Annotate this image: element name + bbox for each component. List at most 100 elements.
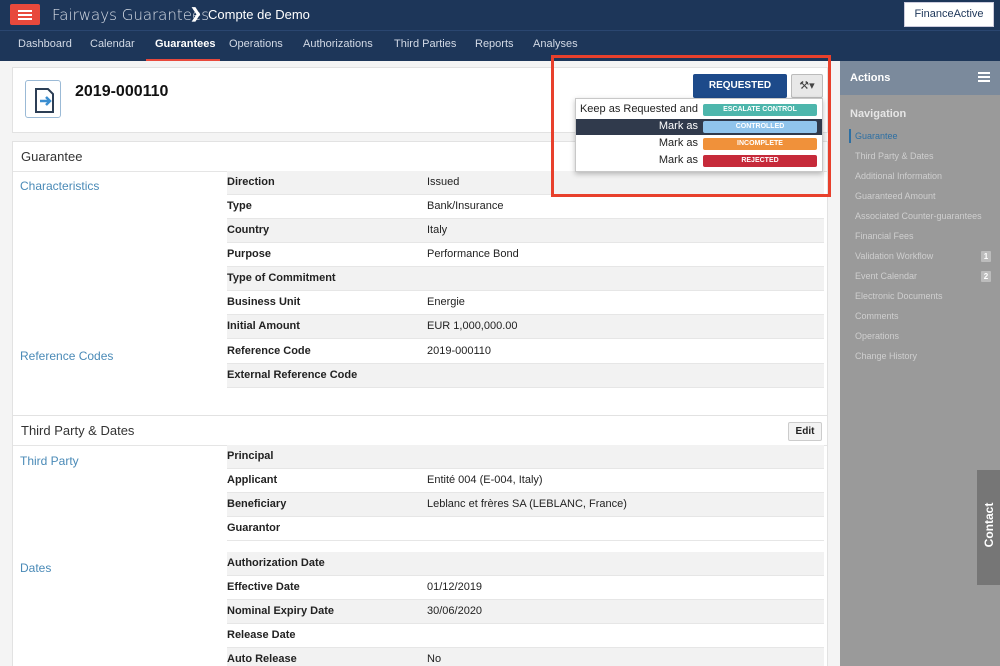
menu-item-mark-incomplete[interactable]: Mark as INCOMPLETE xyxy=(576,136,822,152)
chevron-right-icon: ❯ xyxy=(190,5,202,21)
nav-calendar[interactable]: Calendar xyxy=(90,38,135,50)
field-label: Reference Code xyxy=(227,345,311,357)
nav-reports[interactable]: Reports xyxy=(475,38,514,50)
menu-item-label: Mark as xyxy=(658,137,698,149)
field-value: Energie xyxy=(427,296,465,308)
field-label: Business Unit xyxy=(227,296,301,308)
field-row-direction: Direction Issued xyxy=(227,171,824,195)
field-row-beneficiary: Beneficiary Leblanc et frères SA (LEBLANC… xyxy=(227,493,824,517)
field-row-auto-release: Auto Release No xyxy=(227,648,824,666)
field-value: Issued xyxy=(427,176,460,188)
field-row-business-unit: Business Unit Energie xyxy=(227,291,824,315)
field-value: Bank/Insurance xyxy=(427,200,504,212)
sidebar-item-validation-workflow[interactable]: Validation Workflow xyxy=(855,251,933,261)
field-row-principal: Principal xyxy=(227,445,824,469)
sidebar-item-third-party-dates[interactable]: Third Party & Dates xyxy=(855,151,934,161)
nav-authorizations[interactable]: Authorizations xyxy=(303,38,373,50)
sidebar-header: Actions xyxy=(840,61,1000,95)
sidebar-item-electronic-documents[interactable]: Electronic Documents xyxy=(855,291,943,301)
contact-tab[interactable]: Contact xyxy=(977,470,1000,585)
menu-icon[interactable] xyxy=(978,72,990,82)
document-export-icon xyxy=(25,80,61,118)
breadcrumb-account[interactable]: Compte de Demo xyxy=(208,7,310,22)
field-value: Leblanc et frères SA (LEBLANC, France) xyxy=(427,498,627,510)
group-label-characteristics: Characteristics xyxy=(20,179,100,193)
sidebar-badge-event-calendar: 2 xyxy=(981,271,991,282)
nav-analyses[interactable]: Analyses xyxy=(533,38,578,50)
field-row-authorization-date: Authorization Date xyxy=(227,552,824,576)
field-row-reference-code: Reference Code 2019-000110 xyxy=(227,340,824,364)
field-value: Italy xyxy=(427,224,448,236)
field-value: Entité 004 (E-004, Italy) xyxy=(427,474,543,486)
nav-operations[interactable]: Operations xyxy=(229,38,283,50)
field-row-release-date: Release Date xyxy=(227,624,824,648)
field-label: Direction xyxy=(227,176,275,188)
field-label: Type of Commitment xyxy=(227,272,336,284)
right-sidebar: Actions Navigation Guarantee Third Party… xyxy=(840,61,1000,666)
brand-logo: FinanceActive xyxy=(904,2,994,27)
status-badge-controlled: CONTROLLED xyxy=(703,121,817,133)
sidebar-item-financial-fees[interactable]: Financial Fees xyxy=(855,231,914,241)
app-title[interactable]: Fairways Guarantees xyxy=(52,6,209,24)
field-label: Beneficiary xyxy=(227,498,287,510)
menu-item-label: Mark as xyxy=(658,120,698,132)
status-badge-rejected: REJECTED xyxy=(703,155,817,167)
sidebar-item-additional-information[interactable]: Additional Information xyxy=(855,171,942,181)
sidebar-item-operations[interactable]: Operations xyxy=(855,331,899,341)
status-badge-incomplete: INCOMPLETE xyxy=(703,138,817,150)
sidebar-actions-title[interactable]: Actions xyxy=(850,72,890,84)
field-label: Type xyxy=(227,200,252,212)
field-row-guarantor: Guarantor xyxy=(227,517,824,541)
field-label: Nominal Expiry Date xyxy=(227,605,334,617)
field-value: EUR 1,000,000.00 xyxy=(427,320,518,332)
field-row-country: Country Italy xyxy=(227,219,824,243)
field-row-effective-date: Effective Date 01/12/2019 xyxy=(227,576,824,600)
sidebar-item-guarantee[interactable]: Guarantee xyxy=(855,131,898,141)
top-bar: Fairways Guarantees ❯ Compte de Demo Fin… xyxy=(0,0,1000,30)
menu-item-label: Keep as Requested and xyxy=(579,103,698,115)
field-label: Principal xyxy=(227,450,274,462)
sidebar-navigation-title: Navigation xyxy=(850,108,907,120)
sidebar-item-change-history[interactable]: Change History xyxy=(855,351,917,361)
field-label: Authorization Date xyxy=(227,557,325,569)
workflow-tools-button[interactable]: ⚒▾ xyxy=(791,74,823,98)
third-party-dates-section: Third Party & Dates Edit Third Party Dat… xyxy=(12,415,828,666)
status-badge-escalate-control: ESCALATE CONTROL xyxy=(703,104,817,116)
field-row-external-reference-code: External Reference Code xyxy=(227,364,824,388)
menu-item-mark-rejected[interactable]: Mark as REJECTED xyxy=(576,153,822,169)
page-title: 2019-000110 xyxy=(75,83,169,100)
sidebar-item-associated-counter-guarantees[interactable]: Associated Counter-guarantees xyxy=(855,211,982,221)
menu-item-label: Mark as xyxy=(658,154,698,166)
sidebar-item-comments[interactable]: Comments xyxy=(855,311,899,321)
field-row-applicant: Applicant Entité 004 (E-004, Italy) xyxy=(227,469,824,493)
contact-tab-label: Contact xyxy=(982,502,996,548)
field-value: 30/06/2020 xyxy=(427,605,483,617)
group-label-third-party: Third Party xyxy=(20,454,79,468)
field-value: Performance Bond xyxy=(427,248,519,260)
field-label: Release Date xyxy=(227,629,296,641)
nav-guarantees[interactable]: Guarantees xyxy=(155,38,216,50)
field-row-type-of-commitment: Type of Commitment xyxy=(227,267,824,291)
field-label: Guarantor xyxy=(227,522,281,534)
field-label: Initial Amount xyxy=(227,320,300,332)
nav-third-parties[interactable]: Third Parties xyxy=(394,38,456,50)
status-dropdown-menu: Keep as Requested and ESCALATE CONTROL M… xyxy=(575,98,823,172)
nav-dashboard[interactable]: Dashboard xyxy=(18,38,72,50)
field-label: Effective Date xyxy=(227,581,300,593)
group-label-dates: Dates xyxy=(20,561,52,575)
edit-button[interactable]: Edit xyxy=(788,422,822,441)
field-label: Auto Release xyxy=(227,653,297,665)
field-row-initial-amount: Initial Amount EUR 1,000,000.00 xyxy=(227,315,824,339)
field-row-type: Type Bank/Insurance xyxy=(227,195,824,219)
status-button[interactable]: REQUESTED xyxy=(693,74,787,98)
menu-item-mark-controlled[interactable]: Mark as CONTROLLED xyxy=(576,119,822,135)
sidebar-item-guaranteed-amount[interactable]: Guaranteed Amount xyxy=(855,191,936,201)
sidebar-item-event-calendar[interactable]: Event Calendar xyxy=(855,271,917,281)
hamburger-menu-icon[interactable] xyxy=(10,4,40,25)
main-nav: Dashboard Calendar Guarantees Operations… xyxy=(0,30,1000,62)
sidebar-active-indicator xyxy=(849,129,851,143)
group-label-reference-codes: Reference Codes xyxy=(20,349,114,363)
field-row-purpose: Purpose Performance Bond xyxy=(227,243,824,267)
sidebar-badge-validation-workflow: 1 xyxy=(981,251,991,262)
menu-item-escalate-control[interactable]: Keep as Requested and ESCALATE CONTROL xyxy=(576,102,822,118)
